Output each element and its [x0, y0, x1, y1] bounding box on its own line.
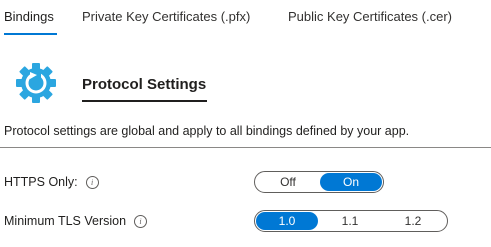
tab-bindings[interactable]: Bindings — [4, 9, 54, 24]
min-tls-label-text: Minimum TLS Version — [4, 214, 127, 228]
tls-1-0-option[interactable]: 1.0 — [256, 212, 318, 230]
https-only-toggle[interactable]: Off On — [254, 171, 384, 193]
info-icon[interactable]: i — [85, 175, 99, 189]
tls-1-2-option[interactable]: 1.2 — [382, 212, 444, 230]
info-icon[interactable]: i — [134, 214, 148, 228]
gear-icon — [15, 62, 57, 104]
title-underline — [82, 100, 207, 102]
https-only-label: HTTPS Only: i — [4, 175, 99, 189]
min-tls-toggle[interactable]: 1.0 1.1 1.2 — [254, 210, 448, 232]
https-only-label-text: HTTPS Only: — [4, 175, 78, 189]
https-only-off-option[interactable]: Off — [256, 173, 320, 191]
active-tab-indicator — [4, 33, 57, 35]
divider — [0, 147, 491, 148]
tab-private-key-certificates[interactable]: Private Key Certificates (.pfx) — [82, 9, 250, 24]
section-title: Protocol Settings — [82, 76, 207, 93]
https-only-on-option[interactable]: On — [320, 173, 382, 191]
min-tls-label: Minimum TLS Version i — [4, 214, 148, 228]
section-description: Protocol settings are global and apply t… — [4, 124, 410, 138]
tls-1-1-option[interactable]: 1.1 — [318, 212, 382, 230]
tab-bar: Bindings Private Key Certificates (.pfx)… — [0, 0, 491, 40]
tab-public-key-certificates[interactable]: Public Key Certificates (.cer) — [288, 9, 452, 24]
